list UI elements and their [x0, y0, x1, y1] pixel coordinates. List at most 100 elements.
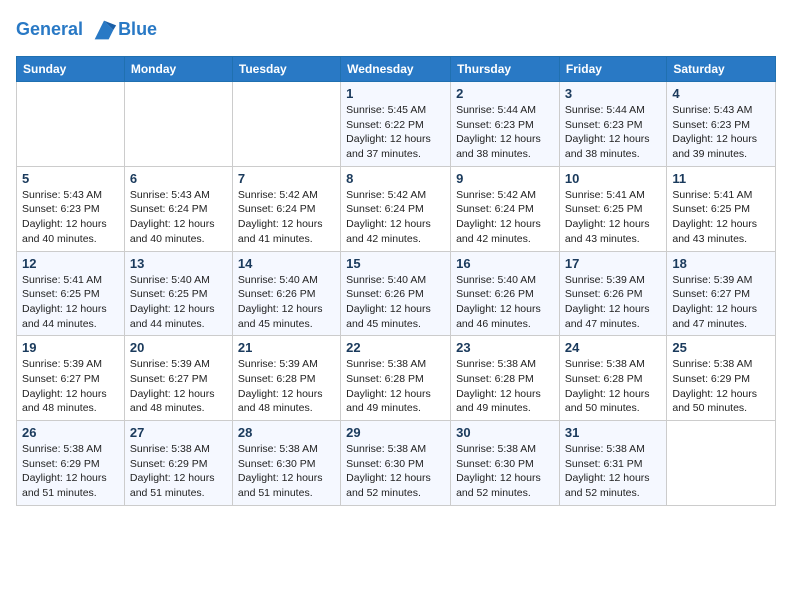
weekday-header-thursday: Thursday: [451, 57, 560, 82]
day-number: 30: [456, 425, 554, 440]
calendar-cell: 27 Sunrise: 5:38 AMSunset: 6:29 PMDayligh…: [124, 421, 232, 506]
calendar-cell: 24 Sunrise: 5:38 AMSunset: 6:28 PMDayligh…: [559, 336, 666, 421]
calendar-cell: 23 Sunrise: 5:38 AMSunset: 6:28 PMDayligh…: [451, 336, 560, 421]
day-info: Sunrise: 5:44 AMSunset: 6:23 PMDaylight:…: [565, 103, 661, 162]
day-number: 31: [565, 425, 661, 440]
day-number: 16: [456, 256, 554, 271]
calendar-cell: 11 Sunrise: 5:41 AMSunset: 6:25 PMDayligh…: [667, 166, 776, 251]
weekday-header-wednesday: Wednesday: [341, 57, 451, 82]
calendar-cell: 21 Sunrise: 5:39 AMSunset: 6:28 PMDayligh…: [232, 336, 340, 421]
day-info: Sunrise: 5:42 AMSunset: 6:24 PMDaylight:…: [346, 188, 445, 247]
weekday-header-friday: Friday: [559, 57, 666, 82]
day-number: 4: [672, 86, 770, 101]
weekday-header-saturday: Saturday: [667, 57, 776, 82]
calendar-cell: 6 Sunrise: 5:43 AMSunset: 6:24 PMDaylight…: [124, 166, 232, 251]
day-info: Sunrise: 5:40 AMSunset: 6:25 PMDaylight:…: [130, 273, 227, 332]
day-number: 11: [672, 171, 770, 186]
day-info: Sunrise: 5:38 AMSunset: 6:29 PMDaylight:…: [130, 442, 227, 501]
day-number: 18: [672, 256, 770, 271]
day-info: Sunrise: 5:41 AMSunset: 6:25 PMDaylight:…: [565, 188, 661, 247]
day-info: Sunrise: 5:38 AMSunset: 6:30 PMDaylight:…: [238, 442, 335, 501]
calendar-cell: 19 Sunrise: 5:39 AMSunset: 6:27 PMDayligh…: [17, 336, 125, 421]
day-info: Sunrise: 5:38 AMSunset: 6:28 PMDaylight:…: [565, 357, 661, 416]
day-number: 23: [456, 340, 554, 355]
calendar-cell: 3 Sunrise: 5:44 AMSunset: 6:23 PMDaylight…: [559, 82, 666, 167]
calendar-cell: 7 Sunrise: 5:42 AMSunset: 6:24 PMDaylight…: [232, 166, 340, 251]
logo: General Blue: [16, 16, 157, 44]
day-number: 25: [672, 340, 770, 355]
page-header: General Blue: [16, 16, 776, 44]
day-number: 20: [130, 340, 227, 355]
calendar-cell: 2 Sunrise: 5:44 AMSunset: 6:23 PMDaylight…: [451, 82, 560, 167]
calendar-cell: 22Sunrise: 5:38 AMSunset: 6:28 PMDayligh…: [341, 336, 451, 421]
calendar-cell: 29 Sunrise: 5:38 AMSunset: 6:30 PMDayligh…: [341, 421, 451, 506]
day-info: Sunrise: 5:42 AMSunset: 6:24 PMDaylight:…: [238, 188, 335, 247]
calendar-table: SundayMondayTuesdayWednesdayThursdayFrid…: [16, 56, 776, 506]
calendar-cell: 18 Sunrise: 5:39 AMSunset: 6:27 PMDayligh…: [667, 251, 776, 336]
day-info: Sunrise: 5:41 AMSunset: 6:25 PMDaylight:…: [22, 273, 119, 332]
logo-text: General: [16, 16, 118, 44]
calendar-cell: 20 Sunrise: 5:39 AMSunset: 6:27 PMDayligh…: [124, 336, 232, 421]
day-number: 10: [565, 171, 661, 186]
day-number: 21: [238, 340, 335, 355]
calendar-week-row: 26 Sunrise: 5:38 AMSunset: 6:29 PMDayligh…: [17, 421, 776, 506]
day-info: Sunrise: 5:38 AMSunset: 6:30 PMDaylight:…: [346, 442, 445, 501]
day-number: 19: [22, 340, 119, 355]
calendar-cell: 26 Sunrise: 5:38 AMSunset: 6:29 PMDayligh…: [17, 421, 125, 506]
calendar-cell: 10 Sunrise: 5:41 AMSunset: 6:25 PMDayligh…: [559, 166, 666, 251]
day-info: Sunrise: 5:38 AMSunset: 6:29 PMDaylight:…: [672, 357, 770, 416]
day-info: Sunrise: 5:38 AMSunset: 6:30 PMDaylight:…: [456, 442, 554, 501]
calendar-week-row: 12Sunrise: 5:41 AMSunset: 6:25 PMDayligh…: [17, 251, 776, 336]
day-number: 26: [22, 425, 119, 440]
day-number: 27: [130, 425, 227, 440]
day-info: Sunrise: 5:40 AMSunset: 6:26 PMDaylight:…: [456, 273, 554, 332]
day-number: 6: [130, 171, 227, 186]
day-info: Sunrise: 5:43 AMSunset: 6:24 PMDaylight:…: [130, 188, 227, 247]
calendar-cell: 30 Sunrise: 5:38 AMSunset: 6:30 PMDayligh…: [451, 421, 560, 506]
day-info: Sunrise: 5:38 AMSunset: 6:28 PMDaylight:…: [456, 357, 554, 416]
day-number: 5: [22, 171, 119, 186]
calendar-cell: 14Sunrise: 5:40 AMSunset: 6:26 PMDayligh…: [232, 251, 340, 336]
day-info: Sunrise: 5:39 AMSunset: 6:27 PMDaylight:…: [672, 273, 770, 332]
day-info: Sunrise: 5:39 AMSunset: 6:27 PMDaylight:…: [130, 357, 227, 416]
day-number: 3: [565, 86, 661, 101]
calendar-cell: 16 Sunrise: 5:40 AMSunset: 6:26 PMDayligh…: [451, 251, 560, 336]
calendar-cell: 17Sunrise: 5:39 AMSunset: 6:26 PMDayligh…: [559, 251, 666, 336]
calendar-cell: 28 Sunrise: 5:38 AMSunset: 6:30 PMDayligh…: [232, 421, 340, 506]
day-info: Sunrise: 5:38 AMSunset: 6:29 PMDaylight:…: [22, 442, 119, 501]
day-number: 28: [238, 425, 335, 440]
day-info: Sunrise: 5:45 AMSunset: 6:22 PMDaylight:…: [346, 103, 445, 162]
calendar-cell: 5 Sunrise: 5:43 AMSunset: 6:23 PMDaylight…: [17, 166, 125, 251]
calendar-cell: 8 Sunrise: 5:42 AMSunset: 6:24 PMDaylight…: [341, 166, 451, 251]
calendar-cell: 15 Sunrise: 5:40 AMSunset: 6:26 PMDayligh…: [341, 251, 451, 336]
calendar-cell: [232, 82, 340, 167]
day-info: Sunrise: 5:40 AMSunset: 6:26 PMDaylight:…: [346, 273, 445, 332]
day-number: 15: [346, 256, 445, 271]
logo-line2: Blue: [118, 20, 157, 40]
day-number: 7: [238, 171, 335, 186]
day-info: Sunrise: 5:42 AMSunset: 6:24 PMDaylight:…: [456, 188, 554, 247]
day-number: 29: [346, 425, 445, 440]
calendar-week-row: 19 Sunrise: 5:39 AMSunset: 6:27 PMDayligh…: [17, 336, 776, 421]
day-number: 22: [346, 340, 445, 355]
day-number: 9: [456, 171, 554, 186]
day-info: Sunrise: 5:43 AMSunset: 6:23 PMDaylight:…: [672, 103, 770, 162]
day-number: 2: [456, 86, 554, 101]
weekday-header-sunday: Sunday: [17, 57, 125, 82]
day-number: 24: [565, 340, 661, 355]
calendar-cell: 12Sunrise: 5:41 AMSunset: 6:25 PMDayligh…: [17, 251, 125, 336]
calendar-cell: 13 Sunrise: 5:40 AMSunset: 6:25 PMDayligh…: [124, 251, 232, 336]
calendar-cell: 31Sunrise: 5:38 AMSunset: 6:31 PMDayligh…: [559, 421, 666, 506]
calendar-cell: [124, 82, 232, 167]
calendar-cell: [17, 82, 125, 167]
day-info: Sunrise: 5:39 AMSunset: 6:27 PMDaylight:…: [22, 357, 119, 416]
weekday-header-row: SundayMondayTuesdayWednesdayThursdayFrid…: [17, 57, 776, 82]
day-info: Sunrise: 5:41 AMSunset: 6:25 PMDaylight:…: [672, 188, 770, 247]
day-info: Sunrise: 5:44 AMSunset: 6:23 PMDaylight:…: [456, 103, 554, 162]
day-number: 13: [130, 256, 227, 271]
day-number: 8: [346, 171, 445, 186]
calendar-week-row: 1Sunrise: 5:45 AMSunset: 6:22 PMDaylight…: [17, 82, 776, 167]
day-info: Sunrise: 5:39 AMSunset: 6:28 PMDaylight:…: [238, 357, 335, 416]
day-info: Sunrise: 5:43 AMSunset: 6:23 PMDaylight:…: [22, 188, 119, 247]
calendar-cell: 25 Sunrise: 5:38 AMSunset: 6:29 PMDayligh…: [667, 336, 776, 421]
